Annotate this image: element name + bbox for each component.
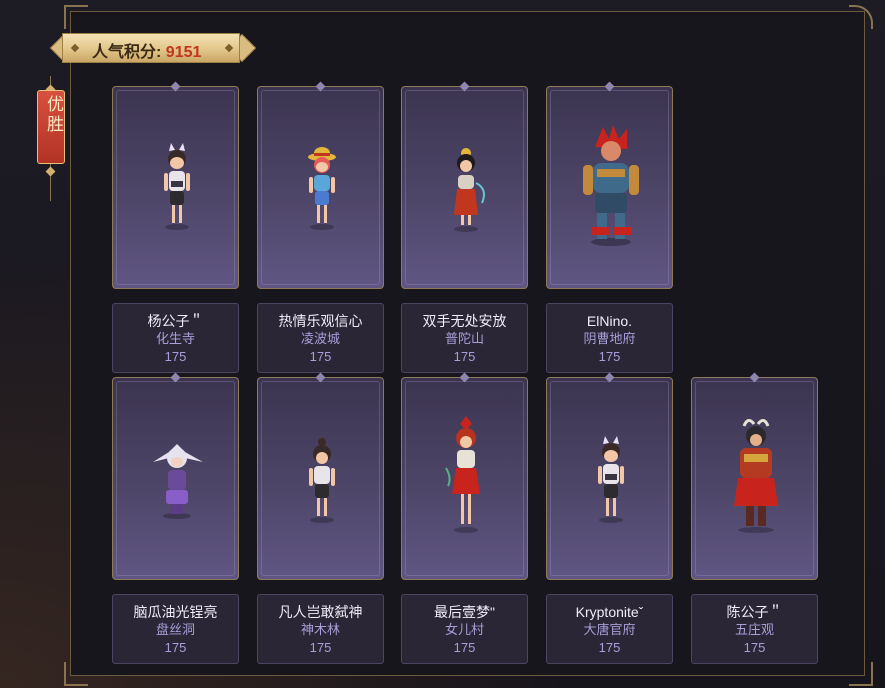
portrait [112,372,239,580]
frame-corner [64,5,88,29]
player-school: 盘丝洞 [155,622,195,637]
player-school: 化生寺 [155,331,195,346]
player-school: 神木林 [300,622,340,637]
player-card[interactable]: ElNino. 阴曹地府 175 [546,81,673,373]
rank-tag-label: 优胜 [43,95,63,135]
player-points: 175 [453,349,476,364]
portrait [257,372,384,580]
player-info: 脑瓜油光锃亮 盘丝洞 175 [112,594,239,664]
score-value: 9151 [165,44,202,61]
player-points: 175 [598,349,621,364]
player-name: 热情乐观信心 [278,313,363,329]
red-hair-warrior-avatar [583,125,639,246]
player-name: 脑瓜油光锃亮 [133,604,218,620]
boy-ponytail-avatar [309,438,335,523]
portrait [112,81,239,289]
player-card[interactable]: 热情乐观信心 凌波城 175 [257,81,384,373]
player-name: 最后壹梦" [434,604,495,620]
player-card[interactable]: 最后壹梦" 女儿村 175 [401,372,528,664]
player-school: 女儿村 [444,622,484,637]
portrait [546,372,673,580]
player-school: 凌波城 [300,331,340,346]
player-name: 陈公子＂ [726,604,783,620]
portrait [401,81,528,289]
player-school: 五庄观 [734,622,774,637]
player-card[interactable]: Kryptoniteˇ 大唐官府 175 [546,372,673,664]
rank-tag: 优胜 [36,76,66,201]
player-points: 175 [453,640,476,655]
portrait [691,372,818,580]
player-school: 大唐官府 [583,622,636,637]
player-info: 最后壹梦" 女儿村 175 [401,594,528,664]
frame-corner [849,662,873,686]
player-info: 双手无处安放 普陀山 175 [401,303,528,373]
player-school: 阴曹地府 [583,331,636,346]
player-name: 双手无处安放 [422,313,507,329]
player-info: 凡人岂敢弑神 神木林 175 [257,594,384,664]
player-card[interactable]: 双手无处安放 普陀山 175 [401,81,528,373]
player-points: 175 [598,640,621,655]
player-name: 凡人岂敢弑神 [278,604,363,620]
player-school: 普陀山 [444,331,484,346]
player-info: 热情乐观信心 凌波城 175 [257,303,384,373]
white-hair-girl-avatar [153,444,203,519]
player-card[interactable]: 陈公子＂ 五庄观 175 [691,372,818,664]
boy-cat-ears-avatar [598,436,624,523]
player-points: 175 [164,349,187,364]
player-name: ElNino. [586,313,633,329]
player-info: 陈公子＂ 五庄观 175 [691,594,818,664]
score-label: 人气积分: [92,44,162,61]
portrait [546,81,673,289]
player-points: 175 [309,349,332,364]
girl-red-outfit-avatar [445,416,480,533]
player-name: Kryptoniteˇ [575,604,644,620]
boy-straw-hat-avatar [308,147,336,230]
player-points: 175 [164,640,187,655]
player-name: 杨公子＂ [147,313,204,329]
player-info: Kryptoniteˇ 大唐官府 175 [546,594,673,664]
popularity-score-banner: 人气积分: 9151 [49,33,257,63]
player-info: 杨公子＂ 化生寺 175 [112,303,239,373]
boy-cat-ears-avatar [164,143,190,230]
player-card[interactable]: 凡人岂敢弑神 神木林 175 [257,372,384,664]
player-points: 175 [309,640,332,655]
portrait [401,372,528,580]
frame-corner [64,662,88,686]
monkey-armor-avatar [734,419,778,533]
girl-red-dress-avatar [454,148,485,232]
player-card[interactable]: 脑瓜油光锃亮 盘丝洞 175 [112,372,239,664]
portrait [257,81,384,289]
player-card[interactable]: 杨公子＂ 化生寺 175 [112,81,239,373]
player-info: ElNino. 阴曹地府 175 [546,303,673,373]
player-points: 175 [743,640,766,655]
